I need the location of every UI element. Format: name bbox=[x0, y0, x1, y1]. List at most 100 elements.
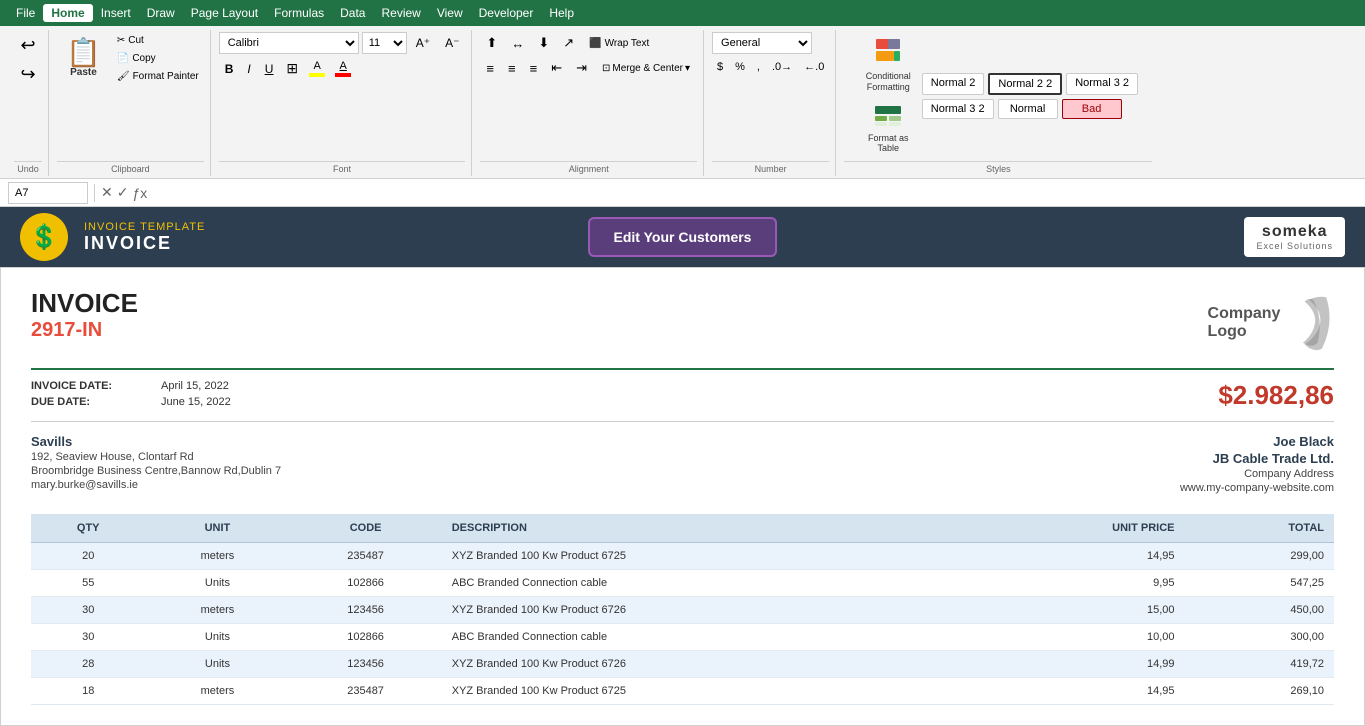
wrap-text-button[interactable]: ⬛ Wrap Text bbox=[582, 34, 656, 53]
number-inner: General Number Currency Percentage $ % ,… bbox=[712, 32, 829, 76]
invoice-top-row: INVOICE 2917-IN CompanyLogo bbox=[31, 288, 1334, 358]
cell-unit: Units bbox=[145, 624, 289, 651]
invoice-content: INVOICE 2917-IN CompanyLogo INVOICE DATE… bbox=[0, 267, 1365, 726]
due-date-label: DUE DATE: bbox=[31, 396, 141, 408]
style-row-1: Normal 2 Normal 2 2 Normal 3 2 bbox=[922, 73, 1138, 95]
col-total: TOTAL bbox=[1185, 514, 1334, 543]
table-row: 20 meters 235487 XYZ Branded 100 Kw Prod… bbox=[31, 543, 1334, 570]
number-group-label: Number bbox=[712, 161, 829, 174]
edit-customers-button[interactable]: Edit Your Customers bbox=[588, 217, 778, 257]
merge-center-button[interactable]: ⊡ Merge & Center ▾ bbox=[595, 59, 697, 78]
from-email: mary.burke@savills.ie bbox=[31, 479, 281, 491]
format-table-button[interactable]: Format asTable bbox=[859, 100, 918, 160]
col-unit: UNIT bbox=[145, 514, 289, 543]
formula-bar: ✕ ✓ ƒx bbox=[0, 179, 1365, 207]
invoice-main-text: INVOICE bbox=[84, 233, 205, 254]
align-right-button[interactable]: ≡ bbox=[524, 58, 544, 79]
normal32-style[interactable]: Normal 3 2 bbox=[922, 99, 994, 119]
cell-code: 235487 bbox=[289, 678, 441, 705]
cell-unit: meters bbox=[145, 597, 289, 624]
merge-icon: ⊡ bbox=[602, 63, 610, 74]
confirm-formula-icon[interactable]: ✓ bbox=[117, 184, 129, 201]
normal-style[interactable]: Normal bbox=[998, 99, 1058, 119]
cancel-formula-icon[interactable]: ✕ bbox=[101, 184, 113, 201]
decrease-indent-button[interactable]: ⇤ bbox=[545, 57, 568, 79]
from-address1: 192, Seaview House, Clontarf Rd bbox=[31, 451, 281, 463]
menu-file[interactable]: File bbox=[8, 4, 43, 22]
to-name: Joe Black bbox=[1180, 434, 1334, 449]
cell-reference-box[interactable] bbox=[8, 182, 88, 204]
menu-data[interactable]: Data bbox=[332, 4, 373, 22]
menu-home[interactable]: Home bbox=[43, 4, 92, 22]
fill-color-button[interactable]: A bbox=[305, 58, 329, 79]
underline-button[interactable]: U bbox=[259, 59, 280, 79]
redo-button[interactable]: ↪ bbox=[14, 61, 42, 88]
addresses-row: Savills 192, Seaview House, Clontarf Rd … bbox=[31, 421, 1334, 494]
increase-font-button[interactable]: A⁺ bbox=[410, 33, 436, 53]
undo-button[interactable]: ↩ bbox=[14, 32, 42, 59]
align-left-button[interactable]: ≡ bbox=[480, 58, 500, 79]
cell-description: XYZ Branded 100 Kw Product 6725 bbox=[442, 543, 964, 570]
align-bottom-button[interactable]: ⬇ bbox=[532, 32, 555, 54]
font-family-select[interactable]: Calibri Arial Times New Roman bbox=[219, 32, 359, 54]
menu-help[interactable]: Help bbox=[541, 4, 582, 22]
font-color-button[interactable]: A bbox=[331, 58, 355, 79]
cut-icon: ✂ bbox=[117, 35, 125, 46]
cell-unit-price: 10,00 bbox=[963, 624, 1184, 651]
invoice-template-text: INVOICE TEMPLATE bbox=[84, 221, 205, 233]
menu-view[interactable]: View bbox=[429, 4, 471, 22]
normal2-style[interactable]: Normal 2 bbox=[922, 73, 985, 95]
align-middle-button[interactable]: ↔ bbox=[505, 33, 530, 54]
number-format-select[interactable]: General Number Currency Percentage bbox=[712, 32, 812, 54]
to-address: Company Address bbox=[1180, 468, 1334, 480]
orient-button[interactable]: ↗ bbox=[557, 32, 580, 54]
invoice-date-row: INVOICE DATE: April 15, 2022 bbox=[31, 380, 231, 392]
insert-function-icon[interactable]: ƒx bbox=[132, 185, 147, 201]
menu-review[interactable]: Review bbox=[373, 4, 428, 22]
increase-indent-button[interactable]: ⇥ bbox=[570, 57, 593, 79]
cell-qty: 55 bbox=[31, 570, 145, 597]
menu-formulas[interactable]: Formulas bbox=[266, 4, 332, 22]
align-center-button[interactable]: ≡ bbox=[502, 58, 522, 79]
bad-style[interactable]: Bad bbox=[1062, 99, 1122, 119]
decrease-decimal-button[interactable]: .0→ bbox=[767, 58, 797, 76]
border-button[interactable]: ⊞ bbox=[281, 57, 303, 80]
align-top-button[interactable]: ⬆ bbox=[480, 32, 503, 54]
normal22-style[interactable]: Normal 2 2 bbox=[988, 73, 1062, 95]
percent-button[interactable]: % bbox=[730, 58, 750, 76]
cell-description: ABC Branded Connection cable bbox=[442, 624, 964, 651]
increase-decimal-button[interactable]: ←.0 bbox=[799, 58, 829, 76]
cell-unit: Units bbox=[145, 651, 289, 678]
paste-button[interactable]: 📋 Paste bbox=[57, 32, 110, 85]
cut-button[interactable]: ✂ Cut bbox=[112, 32, 204, 49]
format-painter-button[interactable]: 🖌 Format Painter bbox=[112, 68, 204, 85]
format-table-icon bbox=[874, 105, 902, 133]
font-color-bar bbox=[335, 73, 351, 77]
conditional-formatting-button[interactable]: ConditionalFormatting bbox=[859, 32, 918, 98]
conditional-formatting-icon bbox=[874, 37, 902, 71]
font-group-inner: Calibri Arial Times New Roman 8910 11121… bbox=[219, 32, 466, 80]
menu-draw[interactable]: Draw bbox=[139, 4, 183, 22]
italic-button[interactable]: I bbox=[241, 59, 256, 79]
cell-unit-price: 14,99 bbox=[963, 651, 1184, 678]
alignment-group-label: Alignment bbox=[480, 161, 697, 174]
invoice-banner: 💲 INVOICE TEMPLATE INVOICE Edit Your Cus… bbox=[0, 207, 1365, 267]
normal3-style[interactable]: Normal 3 2 bbox=[1066, 73, 1138, 95]
comma-button[interactable]: , bbox=[752, 58, 765, 76]
someka-logo: someka Excel Solutions bbox=[1244, 217, 1345, 257]
col-code: CODE bbox=[289, 514, 441, 543]
invoice-table-header: QTY UNIT CODE DESCRIPTION UNIT PRICE TOT… bbox=[31, 514, 1334, 543]
decrease-font-button[interactable]: A⁻ bbox=[439, 33, 465, 53]
menu-page-layout[interactable]: Page Layout bbox=[183, 4, 266, 22]
bold-button[interactable]: B bbox=[219, 59, 240, 79]
cell-code: 123456 bbox=[289, 651, 441, 678]
formula-input[interactable] bbox=[153, 182, 1357, 204]
menu-developer[interactable]: Developer bbox=[471, 4, 542, 22]
table-row: 28 Units 123456 XYZ Branded 100 Kw Produ… bbox=[31, 651, 1334, 678]
table-row: 55 Units 102866 ABC Branded Connection c… bbox=[31, 570, 1334, 597]
number-group: General Number Currency Percentage $ % ,… bbox=[706, 30, 836, 176]
accounting-button[interactable]: $ bbox=[712, 58, 728, 76]
font-size-select[interactable]: 8910 11121416 bbox=[362, 32, 407, 54]
menu-insert[interactable]: Insert bbox=[93, 4, 139, 22]
copy-button[interactable]: 📄 Copy bbox=[112, 50, 204, 67]
